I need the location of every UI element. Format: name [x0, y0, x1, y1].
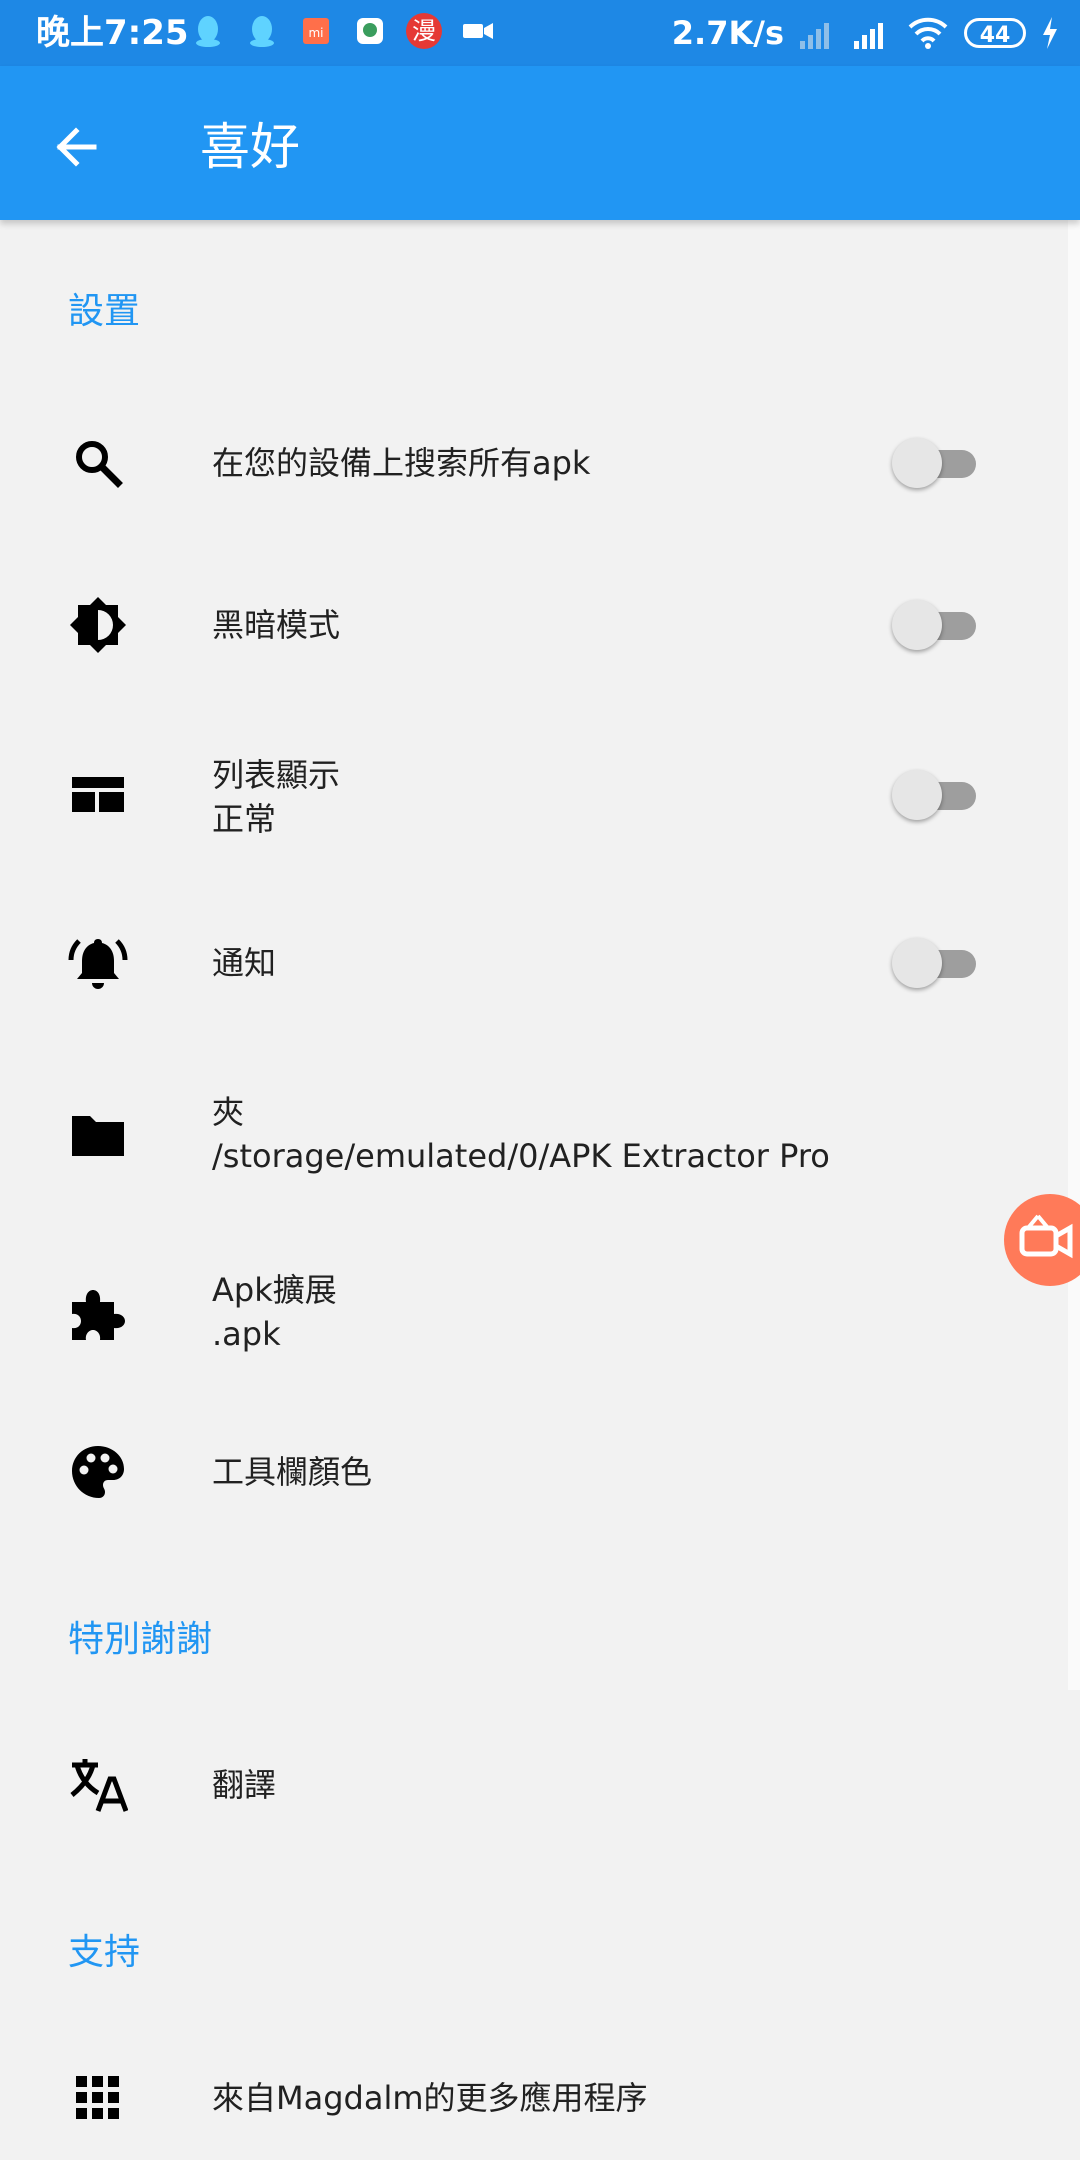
video-icon — [463, 23, 493, 39]
setting-row-apk-extension[interactable]: Apk擴展 .apk — [0, 1264, 1080, 1364]
qq-icon — [250, 16, 274, 47]
brightness-icon — [70, 597, 126, 653]
setting-label: 列表顯示 正常 — [212, 753, 340, 841]
page-title: 喜好 — [200, 118, 300, 176]
setting-title: Apk擴展 — [212, 1271, 337, 1309]
status-time: 晚上7:25 — [36, 13, 189, 53]
app-icon — [357, 18, 383, 44]
setting-label: 翻譯 — [212, 1766, 277, 1804]
signal-icon — [854, 23, 883, 49]
network-speed: 2.7K/s — [671, 14, 784, 52]
status-right: 2.7K/s 44 — [672, 10, 1060, 56]
setting-row-toolbar-color[interactable]: 工具欄顏色 — [0, 1432, 1080, 1512]
setting-row-folder[interactable]: 夾 /storage/emulated/0/APK Extractor Pro — [0, 1086, 1080, 1186]
setting-row-translate[interactable]: 翻譯 — [0, 1745, 1080, 1825]
setting-value: /storage/emulated/0/APK Extractor Pro — [212, 1137, 830, 1175]
setting-row-search-apk[interactable]: 在您的設備上搜索所有apk — [0, 423, 1080, 503]
section-header-thanks: 特別謝謝 — [68, 1619, 213, 1660]
apps-grid-icon — [76, 2076, 119, 2119]
setting-label: 來自Magdalm的更多應用程序 — [212, 2079, 648, 2117]
section-header-support: 支持 — [68, 1932, 141, 1973]
setting-row-notifications[interactable]: 通知 — [0, 923, 1080, 1003]
list-layout-icon — [72, 777, 124, 812]
battery-icon: 44 — [964, 18, 1026, 48]
setting-label: 夾 /storage/emulated/0/APK Extractor Pro — [212, 1090, 830, 1178]
setting-row-list-display[interactable]: 列表顯示 正常 — [0, 745, 1080, 845]
video-camera-icon — [1019, 1214, 1073, 1259]
setting-label: Apk擴展 .apk — [212, 1268, 337, 1356]
mi-icon: mi — [303, 18, 329, 44]
palette-icon — [72, 1446, 124, 1498]
search-icon — [76, 441, 123, 488]
notification-icons: mi 漫 — [190, 13, 496, 49]
charging-icon — [1043, 17, 1057, 49]
svg-text:mi: mi — [308, 26, 323, 40]
setting-title: 夾 — [212, 1093, 245, 1131]
setting-label: 通知 — [212, 944, 277, 982]
wifi-icon — [908, 17, 948, 49]
notifications-toggle[interactable] — [892, 933, 986, 993]
manga-icon: 漫 — [406, 13, 442, 49]
folder-icon — [72, 1116, 124, 1156]
bell-icon — [68, 939, 128, 989]
back-arrow-icon[interactable] — [44, 114, 110, 180]
setting-row-dark-mode[interactable]: 黑暗模式 — [0, 585, 1080, 665]
dark-mode-toggle[interactable] — [892, 595, 986, 655]
setting-value: .apk — [212, 1315, 281, 1353]
setting-label: 在您的設備上搜索所有apk — [212, 444, 591, 482]
setting-label: 黑暗模式 — [212, 606, 341, 644]
setting-title: 列表顯示 — [212, 756, 341, 794]
app-bar: 喜好 — [0, 66, 1080, 220]
list-display-toggle[interactable] — [892, 765, 986, 825]
screen-recorder-button[interactable] — [1004, 1194, 1080, 1286]
translate-icon — [70, 1759, 128, 1812]
puzzle-icon — [72, 1290, 125, 1340]
search-apk-toggle[interactable] — [892, 433, 986, 493]
signal-icon — [800, 23, 829, 49]
qq-icon — [196, 16, 220, 47]
status-bar: 晚上7:25 mi 漫 2.7K/s 44 — [0, 0, 1080, 66]
section-header-settings: 設置 — [68, 291, 141, 332]
setting-row-more-apps[interactable]: 來自Magdalm的更多應用程序 — [0, 2058, 1080, 2138]
setting-value: 正常 — [212, 800, 277, 838]
setting-label: 工具欄顏色 — [212, 1453, 373, 1491]
